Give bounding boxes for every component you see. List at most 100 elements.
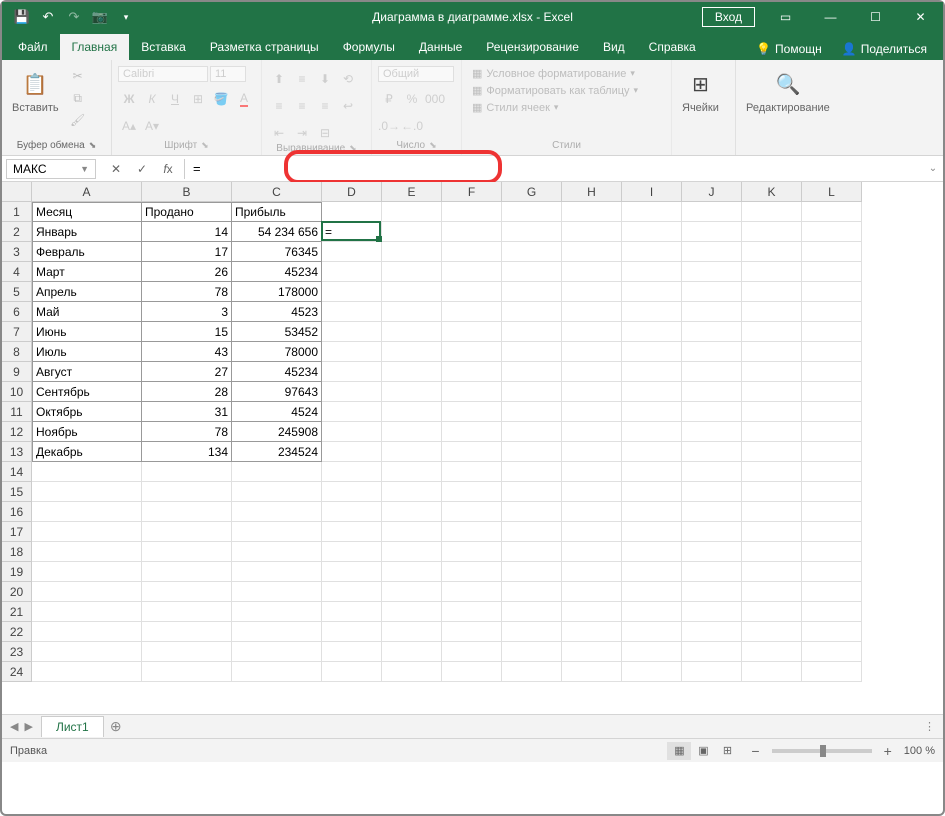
cell-J5[interactable] xyxy=(682,282,742,302)
cell-F4[interactable] xyxy=(442,262,502,282)
cell-H11[interactable] xyxy=(562,402,622,422)
cell-L16[interactable] xyxy=(802,502,862,522)
cell-C3[interactable]: 76345 xyxy=(232,242,322,262)
cell-C18[interactable] xyxy=(232,542,322,562)
row-header-9[interactable]: 9 xyxy=(2,362,32,382)
cell-F13[interactable] xyxy=(442,442,502,462)
sheet-nav-prev-icon[interactable]: ◀ xyxy=(10,720,18,733)
cell-B10[interactable]: 28 xyxy=(142,382,232,402)
row-header-23[interactable]: 23 xyxy=(2,642,32,662)
cell-A8[interactable]: Июль xyxy=(32,342,142,362)
cell-K12[interactable] xyxy=(742,422,802,442)
cell-G10[interactable] xyxy=(502,382,562,402)
cell-B13[interactable]: 134 xyxy=(142,442,232,462)
cell-A4[interactable]: Март xyxy=(32,262,142,282)
cell-L8[interactable] xyxy=(802,342,862,362)
cell-K20[interactable] xyxy=(742,582,802,602)
cell-G4[interactable] xyxy=(502,262,562,282)
cell-H7[interactable] xyxy=(562,322,622,342)
cell-D1[interactable] xyxy=(322,202,382,222)
col-header-G[interactable]: G xyxy=(502,182,562,202)
cell-G12[interactable] xyxy=(502,422,562,442)
cell-H23[interactable] xyxy=(562,642,622,662)
cell-A9[interactable]: Август xyxy=(32,362,142,382)
cell-K18[interactable] xyxy=(742,542,802,562)
cell-D13[interactable] xyxy=(322,442,382,462)
cell-B4[interactable]: 26 xyxy=(142,262,232,282)
alignment-launcher-icon[interactable]: ⬊ xyxy=(349,143,357,154)
sheet-tab[interactable]: Лист1 xyxy=(41,716,104,737)
cell-A19[interactable] xyxy=(32,562,142,582)
row-header-13[interactable]: 13 xyxy=(2,442,32,462)
comma-button[interactable]: 000 xyxy=(424,89,446,109)
cell-B24[interactable] xyxy=(142,662,232,682)
cell-E17[interactable] xyxy=(382,522,442,542)
save-icon[interactable]: 💾 xyxy=(10,5,34,29)
name-box[interactable]: МАКС ▼ xyxy=(6,159,96,179)
tab-page-layout[interactable]: Разметка страницы xyxy=(198,34,331,60)
cell-D16[interactable] xyxy=(322,502,382,522)
cell-C5[interactable]: 178000 xyxy=(232,282,322,302)
cell-C21[interactable] xyxy=(232,602,322,622)
cell-F2[interactable] xyxy=(442,222,502,242)
cell-A14[interactable] xyxy=(32,462,142,482)
cell-E19[interactable] xyxy=(382,562,442,582)
cell-H1[interactable] xyxy=(562,202,622,222)
cell-A3[interactable]: Февраль xyxy=(32,242,142,262)
add-sheet-button[interactable]: ⊕ xyxy=(104,715,128,739)
font-color-button[interactable]: A xyxy=(233,89,255,109)
zoom-level[interactable]: 100 % xyxy=(904,745,935,757)
cell-I13[interactable] xyxy=(622,442,682,462)
cell-H8[interactable] xyxy=(562,342,622,362)
cell-I2[interactable] xyxy=(622,222,682,242)
cell-B9[interactable]: 27 xyxy=(142,362,232,382)
cell-I16[interactable] xyxy=(622,502,682,522)
cell-F9[interactable] xyxy=(442,362,502,382)
cell-C15[interactable] xyxy=(232,482,322,502)
row-header-3[interactable]: 3 xyxy=(2,242,32,262)
cell-H21[interactable] xyxy=(562,602,622,622)
cell-A21[interactable] xyxy=(32,602,142,622)
cell-L14[interactable] xyxy=(802,462,862,482)
cell-H18[interactable] xyxy=(562,542,622,562)
normal-view-icon[interactable]: ▦ xyxy=(667,742,691,760)
cell-C7[interactable]: 53452 xyxy=(232,322,322,342)
cell-I19[interactable] xyxy=(622,562,682,582)
row-header-15[interactable]: 15 xyxy=(2,482,32,502)
cell-D21[interactable] xyxy=(322,602,382,622)
cell-F20[interactable] xyxy=(442,582,502,602)
cell-G2[interactable] xyxy=(502,222,562,242)
cell-F8[interactable] xyxy=(442,342,502,362)
col-header-K[interactable]: K xyxy=(742,182,802,202)
underline-button[interactable]: Ч xyxy=(164,89,186,109)
cell-B12[interactable]: 78 xyxy=(142,422,232,442)
cell-I6[interactable] xyxy=(622,302,682,322)
spreadsheet-grid[interactable]: ABCDEFGHIJKL 123456789101112131415161718… xyxy=(2,182,943,714)
cell-A5[interactable]: Апрель xyxy=(32,282,142,302)
cell-E8[interactable] xyxy=(382,342,442,362)
cell-J1[interactable] xyxy=(682,202,742,222)
cell-I21[interactable] xyxy=(622,602,682,622)
cell-K4[interactable] xyxy=(742,262,802,282)
cell-J10[interactable] xyxy=(682,382,742,402)
cell-B23[interactable] xyxy=(142,642,232,662)
row-header-19[interactable]: 19 xyxy=(2,562,32,582)
minimize-icon[interactable]: — xyxy=(808,2,853,32)
cell-B11[interactable]: 31 xyxy=(142,402,232,422)
cell-I12[interactable] xyxy=(622,422,682,442)
cell-J14[interactable] xyxy=(682,462,742,482)
cell-F10[interactable] xyxy=(442,382,502,402)
cell-G17[interactable] xyxy=(502,522,562,542)
increase-indent-button[interactable]: ⇥ xyxy=(291,123,313,143)
cell-E13[interactable] xyxy=(382,442,442,462)
align-bottom-button[interactable]: ⬇ xyxy=(314,69,336,89)
cell-H19[interactable] xyxy=(562,562,622,582)
cell-K3[interactable] xyxy=(742,242,802,262)
cell-C1[interactable]: Прибыль xyxy=(232,202,322,222)
cell-A7[interactable]: Июнь xyxy=(32,322,142,342)
cell-H12[interactable] xyxy=(562,422,622,442)
cell-I9[interactable] xyxy=(622,362,682,382)
cell-G19[interactable] xyxy=(502,562,562,582)
cell-A6[interactable]: Май xyxy=(32,302,142,322)
cell-G13[interactable] xyxy=(502,442,562,462)
